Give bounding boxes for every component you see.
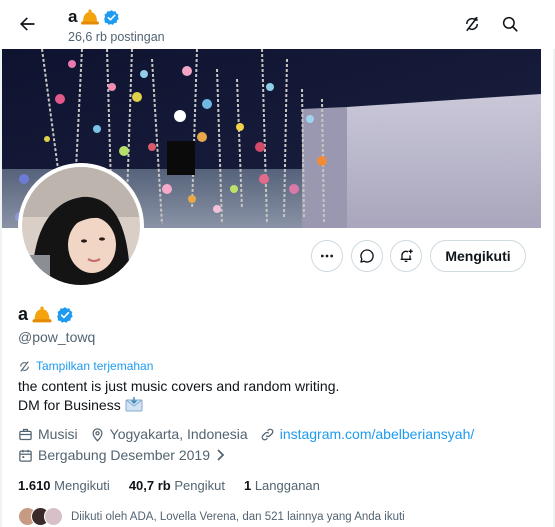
display-name-row: a — [18, 304, 74, 325]
joined-date: Bergabung Desember 2019 — [38, 447, 211, 463]
avatar-image — [22, 167, 140, 285]
followed-by-text: Diikuti oleh ADA, Lovella Verena, dan 52… — [71, 510, 405, 523]
category: Musisi — [38, 426, 78, 442]
notification-button[interactable] — [390, 240, 422, 272]
bio-line-2-row: DM for Business — [18, 397, 143, 413]
message-button[interactable] — [351, 240, 383, 272]
followers-stat[interactable]: 40,7 rb Pengikut — [129, 478, 225, 493]
category-item: Musisi — [18, 426, 78, 442]
follow-stats: 1.610 Mengikuti 40,7 rb Pengikut 1 Langg… — [18, 478, 339, 493]
message-icon — [360, 249, 374, 263]
following-stat[interactable]: 1.610 Mengikuti — [18, 478, 110, 493]
profile-avatar[interactable] — [18, 163, 144, 289]
subscriptions-count: 1 — [243, 478, 252, 493]
verified-badge-icon[interactable] — [56, 306, 74, 324]
chevron-right-icon — [217, 449, 225, 461]
calendar-icon — [19, 449, 32, 462]
more-icon — [321, 254, 333, 258]
translate-label: Tampilkan terjemahan — [36, 359, 154, 373]
website-link[interactable]: instagram.com/abelberiansyah/ — [280, 426, 475, 442]
location-item: Yogyakarta, Indonesia — [90, 426, 248, 442]
search-button[interactable] — [493, 7, 527, 41]
following-button[interactable]: Mengikuti — [430, 240, 526, 272]
more-button[interactable] — [311, 240, 343, 272]
notify-button[interactable] — [455, 7, 489, 41]
translate-icon — [20, 360, 29, 372]
envelope-emoji-icon — [125, 397, 143, 412]
header-name-row: a — [68, 7, 120, 27]
search-icon — [502, 16, 518, 32]
bio-line-1: the content is just music covers and ran… — [18, 378, 340, 394]
handle: @pow_towq — [18, 329, 96, 345]
verified-badge-icon — [104, 9, 120, 25]
location-pin-icon — [92, 427, 103, 442]
following-count: 1.610 — [18, 478, 51, 493]
back-arrow-icon — [20, 17, 35, 31]
joined-row: Bergabung Desember 2019 — [18, 447, 239, 463]
following-label: Mengikuti — [54, 478, 110, 493]
bio-line-2: DM for Business — [18, 397, 121, 413]
followers-label: Pengikut — [174, 478, 225, 493]
post-count: 26,6 rb postingan — [68, 30, 165, 44]
back-button[interactable] — [10, 7, 44, 41]
translate-link[interactable]: Tampilkan terjemahan — [18, 359, 153, 373]
header-name: a — [68, 7, 78, 26]
location: Yogyakarta, Indonesia — [109, 426, 248, 442]
link-icon — [261, 428, 274, 440]
subscriptions-stat[interactable]: 1 Langganan — [244, 478, 320, 493]
notification-add-icon — [400, 249, 413, 262]
website-item: instagram.com/abelberiansyah/ — [260, 426, 475, 442]
follower-avatars — [18, 507, 63, 526]
followed-by-row[interactable]: Diikuti oleh ADA, Lovella Verena, dan 52… — [18, 507, 405, 526]
subscriptions-label: Langganan — [254, 478, 320, 493]
briefcase-icon — [19, 428, 32, 440]
bell-emoji-icon — [32, 306, 52, 323]
followers-count: 40,7 rb — [128, 478, 171, 493]
stop-notify-icon — [465, 16, 479, 32]
avatar — [44, 507, 63, 526]
display-name: a — [18, 304, 29, 324]
joined-item[interactable]: Bergabung Desember 2019 — [18, 447, 227, 463]
top-bar: a 26,6 rb postingan — [0, 0, 555, 49]
bell-emoji-icon — [81, 9, 100, 25]
profile-meta-row: Musisi Yogyakarta, Indonesia instagram.c… — [18, 426, 486, 442]
